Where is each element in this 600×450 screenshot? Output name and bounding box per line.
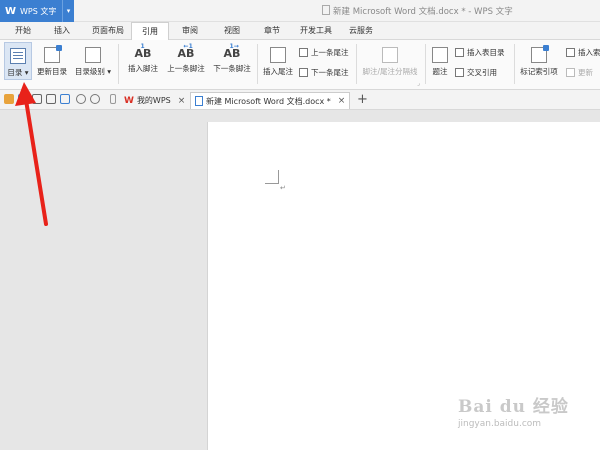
toc-level-button[interactable]: 目录级别 ▾ — [72, 42, 114, 77]
watermark-text: Bai du 经验 — [458, 397, 569, 417]
insert-footnote-icon: AB 1 — [134, 43, 152, 60]
prev-footnote-button[interactable]: AB ←1 上一条脚注 — [164, 42, 208, 74]
document-icon — [195, 96, 203, 106]
insert-index-icon — [566, 48, 575, 57]
divider — [356, 44, 357, 84]
quick-access-toolbar: W 我的WPS × 新建 Microsoft Word 文档.docx * × … — [0, 90, 600, 110]
divider — [118, 44, 119, 84]
update-index-icon — [566, 68, 575, 77]
chevron-down-icon[interactable]: ▾ — [62, 0, 74, 22]
tab-developer-tools[interactable]: 开发工具 — [300, 25, 332, 36]
update-toc-icon — [44, 45, 62, 63]
cross-reference-button[interactable]: 交叉引用 — [455, 67, 497, 78]
next-footnote-icon: AB 1→ — [223, 43, 241, 60]
print-icon[interactable] — [46, 94, 56, 104]
caption-button[interactable]: 题注 — [429, 42, 451, 77]
ribbon: 目录 ▾ 更新目录 目录级别 ▾ AB 1 插入脚注 AB ←1 上一条脚注 AB 1… — [0, 40, 600, 90]
caption-icon — [432, 47, 448, 63]
new-tab-button[interactable]: + — [357, 92, 368, 107]
watermark: Bai du 经验 jingyan.baidu.com — [458, 392, 569, 429]
table-of-contents-icon — [10, 48, 26, 64]
dialog-launcher-icon[interactable]: ⌟ — [417, 80, 420, 87]
redo-icon[interactable] — [90, 94, 100, 104]
paragraph-mark-icon: ↵ — [280, 184, 286, 192]
mark-index-entry-button[interactable]: 标记索引项 — [517, 42, 561, 77]
update-toc-button[interactable]: 更新目录 — [35, 42, 69, 77]
next-footnote-button[interactable]: AB 1→ 下一条脚注 — [210, 42, 254, 74]
divider — [425, 44, 426, 84]
tab-insert[interactable]: 插入 — [54, 25, 70, 36]
document-icon — [322, 5, 330, 15]
margin-corner-mark — [265, 170, 279, 184]
toc-button[interactable]: 目录 ▾ — [4, 42, 32, 80]
prev-endnote-button[interactable]: 上一条尾注 — [299, 47, 349, 58]
print-preview-icon[interactable] — [60, 94, 70, 104]
toc-level-icon — [85, 47, 101, 63]
wps-logo-icon: W — [4, 5, 17, 17]
insert-footnote-button[interactable]: AB 1 插入脚注 — [124, 42, 162, 74]
footnote-separator-button: 脚注/尾注分隔线 — [359, 42, 421, 77]
divider — [514, 44, 515, 84]
prev-endnote-icon — [299, 48, 308, 57]
next-endnote-icon — [299, 68, 308, 77]
open-folder-icon[interactable] — [4, 94, 14, 104]
tab-page-layout[interactable]: 页面布局 — [92, 25, 124, 36]
tab-references[interactable]: 引用 — [131, 22, 169, 41]
export-icon[interactable] — [32, 94, 42, 104]
watermark-url: jingyan.baidu.com — [458, 419, 542, 429]
prev-footnote-icon: AB ←1 — [177, 43, 195, 60]
tab-home[interactable]: 开始 — [15, 25, 31, 36]
close-icon[interactable]: × — [338, 96, 346, 106]
mark-index-icon — [531, 45, 549, 63]
tab-view[interactable]: 视图 — [224, 25, 240, 36]
table-of-figures-icon — [455, 48, 464, 57]
undo-icon[interactable] — [76, 94, 86, 104]
update-index-button: 更新 — [566, 67, 593, 78]
insert-endnote-icon — [270, 47, 286, 63]
next-endnote-button[interactable]: 下一条尾注 — [299, 67, 349, 78]
insert-index-button[interactable]: 插入索 — [566, 47, 600, 58]
tab-cloud-service[interactable]: 云服务 — [349, 25, 373, 36]
app-name: WPS 文字 — [20, 6, 57, 16]
save-icon[interactable] — [18, 94, 28, 104]
tab-my-wps[interactable]: W 我的WPS × — [124, 92, 185, 109]
title-bar: W WPS 文字 ▾ 新建 Microsoft Word 文档.docx * -… — [0, 0, 600, 22]
wps-logo-icon: W — [124, 95, 134, 106]
tab-review[interactable]: 审阅 — [182, 25, 198, 36]
window-title: 新建 Microsoft Word 文档.docx * - WPS 文字 — [322, 5, 513, 17]
tab-document[interactable]: 新建 Microsoft Word 文档.docx * × — [190, 92, 351, 109]
cross-reference-icon — [455, 68, 464, 77]
tab-chapter[interactable]: 章节 — [264, 25, 280, 36]
close-icon[interactable]: × — [178, 96, 186, 106]
customize-toolbar-icon[interactable] — [110, 94, 116, 104]
separator-line-icon — [382, 47, 398, 63]
insert-endnote-button[interactable]: 插入尾注 — [259, 42, 297, 77]
menu-tabs: 开始 插入 页面布局 引用 审阅 视图 章节 开发工具 云服务 — [0, 22, 600, 41]
divider — [257, 44, 258, 84]
insert-table-of-figures-button[interactable]: 插入表目录 — [455, 47, 505, 58]
app-menu-button[interactable]: W WPS 文字 ▾ — [0, 0, 74, 22]
